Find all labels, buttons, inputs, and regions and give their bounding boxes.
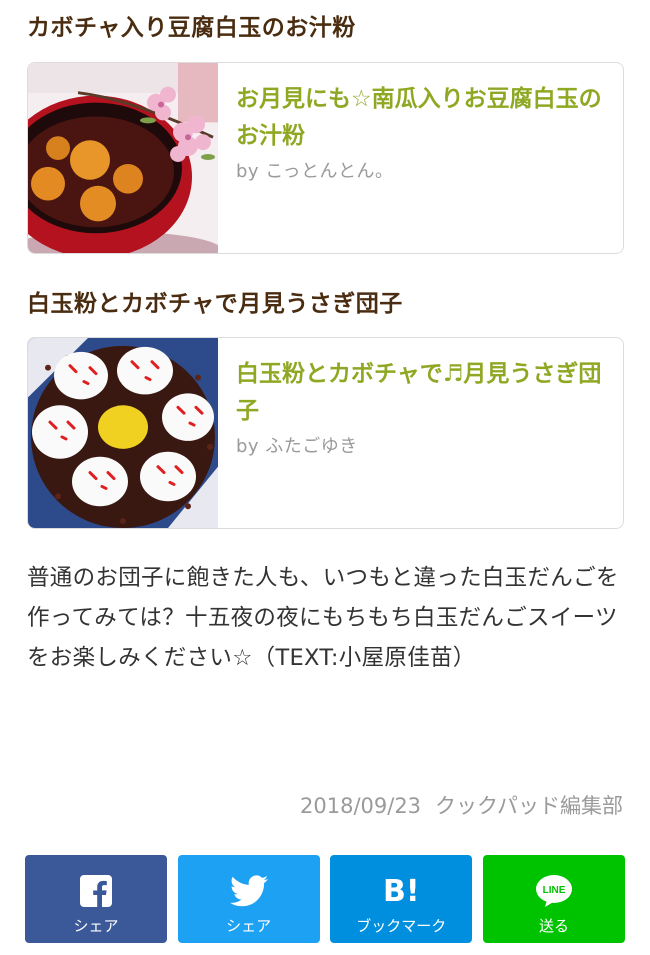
hatena-bookmark-button[interactable]: B! ブックマーク: [330, 855, 473, 943]
recipe-photo-rabbit-dango[interactable]: [28, 338, 218, 528]
section-heading-moon-rabbit-dango: 白玉粉とカボチャで月見うさぎ団子: [27, 291, 403, 317]
share-label: シェア: [73, 917, 119, 935]
recipe-card-title[interactable]: 白玉粉とカボチャで♬月見うさぎ団子: [236, 356, 605, 430]
recipe-card-author: by ふたごゆき: [236, 436, 358, 457]
facebook-share-button[interactable]: シェア: [25, 855, 167, 943]
editor-name[interactable]: クックパッド編集部: [435, 794, 623, 818]
line-share-button[interactable]: LINE 送る: [482, 855, 625, 943]
share-label: ブックマーク: [356, 917, 447, 935]
recipe-card-title[interactable]: お月見にも☆南瓜入りお豆腐白玉のお汁粉: [236, 81, 605, 155]
share-bar: シェア シェア B! ブックマーク LINE 送る: [25, 855, 625, 943]
publish-date: 2018/09/23: [300, 794, 422, 818]
line-icon-text: LINE: [543, 885, 566, 896]
facebook-icon: [80, 873, 112, 909]
recipe-card-pumpkin-oshiruko[interactable]: お月見にも☆南瓜入りお豆腐白玉のお汁粉 by こっとんとん。: [27, 62, 624, 254]
share-label: シェア: [226, 917, 272, 935]
twitter-icon: [229, 873, 268, 909]
line-icon: LINE: [535, 873, 573, 909]
recipe-photo-oshiruko[interactable]: [28, 63, 218, 253]
section-heading-pumpkin-oshiruko: カボチャ入り豆腐白玉のお汁粉: [27, 15, 356, 41]
hatena-bookmark-icon: B!: [383, 873, 420, 909]
recipe-card-moon-rabbit-dango[interactable]: 白玉粉とカボチャで♬月見うさぎ団子 by ふたごゆき: [27, 337, 624, 529]
article-meta: 2018/09/23 クックパッド編集部: [300, 790, 623, 820]
twitter-share-button[interactable]: シェア: [177, 855, 320, 943]
article-description: 普通のお団子に飽きた人も、いつもと違った白玉だんごを作ってみては？十五夜の夜にも…: [27, 565, 619, 671]
recipe-card-author: by こっとんとん。: [236, 161, 394, 182]
share-label: 送る: [538, 917, 569, 935]
